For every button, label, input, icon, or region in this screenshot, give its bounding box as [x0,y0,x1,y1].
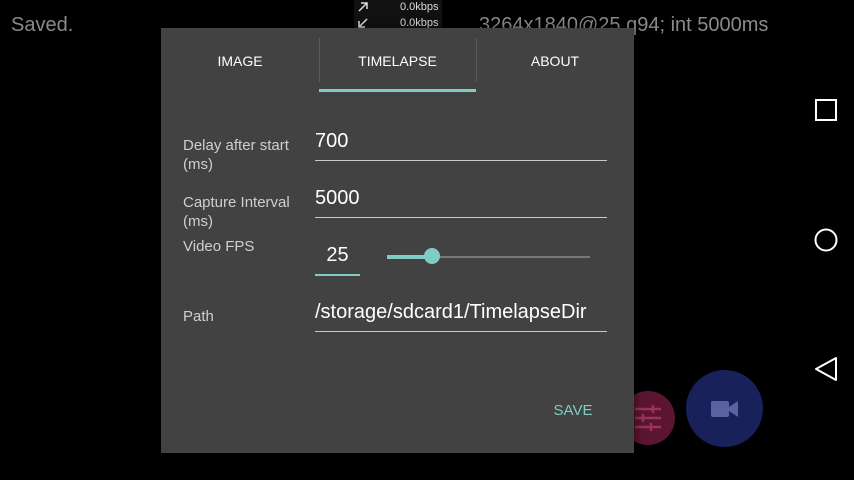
path-label: Path [183,308,214,325]
tab-about[interactable]: ABOUT [476,28,634,93]
selected-tab-indicator [319,89,476,92]
tab-bar: IMAGE TIMELAPSE ABOUT [161,28,634,93]
recents-button[interactable] [810,94,842,126]
delay-label: Delay after start (ms) [183,137,289,173]
upload-speed-value: 0.0kbps [400,1,439,13]
fps-label: Video FPS [183,238,255,255]
record-video-fab[interactable] [686,370,763,447]
interval-input[interactable]: 5000 [315,187,607,218]
path-input[interactable]: /storage/sdcard1/TimelapseDir [315,301,607,332]
arrow-up-right-icon [358,2,368,12]
back-button[interactable] [810,353,842,385]
triangle-back-icon [815,357,837,381]
fps-slider-thumb[interactable] [423,248,440,264]
settings-dialog: IMAGE TIMELAPSE ABOUT Delay after start … [161,28,634,453]
delay-input[interactable]: 700 [315,130,607,161]
video-camera-icon [710,400,738,417]
save-button[interactable]: SAVE [541,396,605,424]
fps-input[interactable]: 25 [315,244,360,276]
status-saved-text: Saved. [11,14,74,36]
upload-speed-row: 0.0kbps [354,0,442,16]
square-icon [815,99,837,121]
tab-image[interactable]: IMAGE [161,28,319,93]
circle-icon [814,228,838,252]
home-button[interactable] [810,224,842,256]
navigation-bar [800,0,854,480]
tab-timelapse[interactable]: TIMELAPSE [319,28,476,93]
interval-label: Capture Interval (ms) [183,194,290,230]
